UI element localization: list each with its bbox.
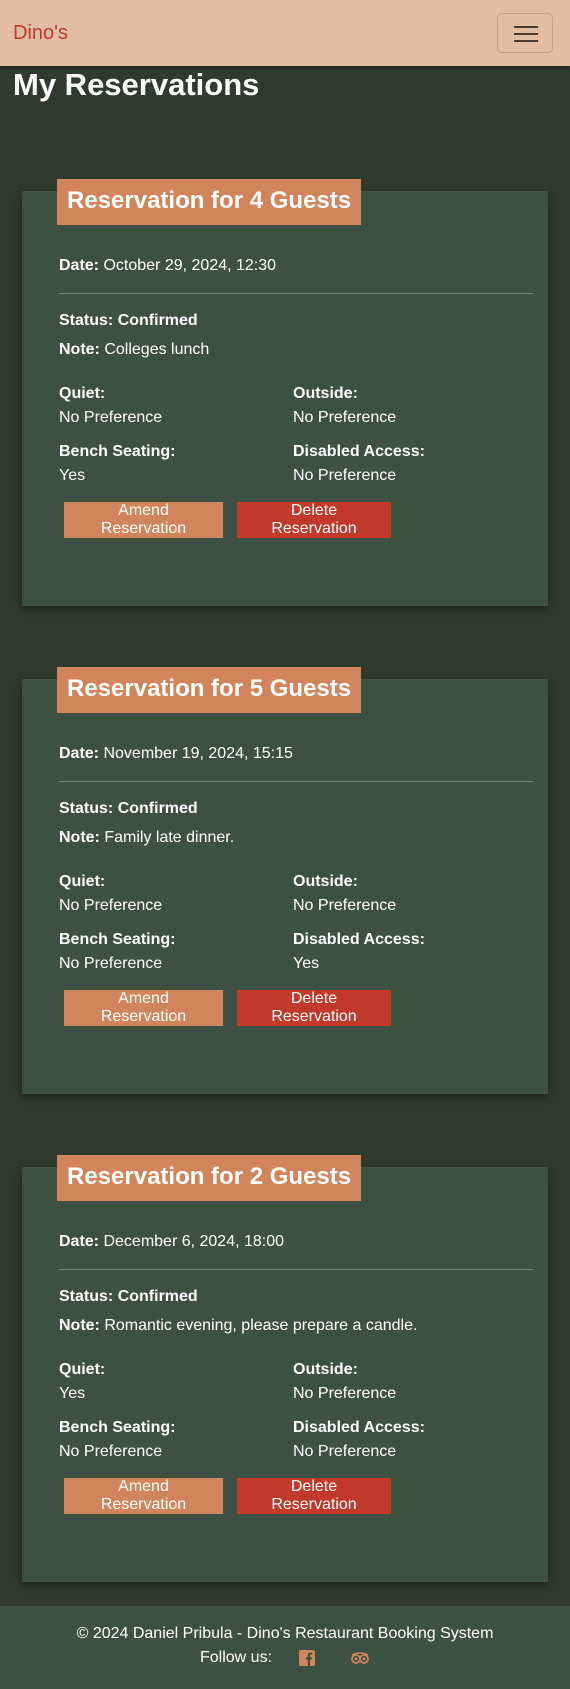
hamburger-icon bbox=[514, 26, 538, 28]
tripadvisor-icon[interactable] bbox=[350, 1649, 370, 1667]
quiet-label: Quiet: bbox=[59, 873, 106, 890]
disabled-access-value: Yes bbox=[293, 955, 320, 972]
bench-seating-value: No Preference bbox=[59, 1443, 163, 1460]
reservation-title: Reservation for 4 Guests bbox=[57, 179, 362, 225]
bench-seating-value: No Preference bbox=[59, 955, 163, 972]
bench-seating-value: Yes bbox=[59, 467, 86, 484]
delete-reservation-button[interactable]: Delete Reservation bbox=[237, 502, 391, 538]
outside-label: Outside: bbox=[293, 1361, 358, 1378]
reservation-status: Status: Confirmed bbox=[59, 312, 198, 329]
outside-value: No Preference bbox=[293, 1385, 397, 1402]
disabled-access-value: No Preference bbox=[293, 1443, 397, 1460]
reservation-card: Reservation for 5 Guests Date: November … bbox=[22, 667, 548, 1094]
amend-reservation-button[interactable]: Amend Reservation bbox=[64, 990, 223, 1026]
follow-us-label: Follow us: bbox=[199, 1649, 273, 1666]
reservation-date: Date: December 6, 2024, 18:00 bbox=[59, 1233, 285, 1250]
reservation-title: Reservation for 2 Guests bbox=[57, 1155, 362, 1201]
outside-label: Outside: bbox=[293, 385, 358, 402]
reservation-status: Status: Confirmed bbox=[59, 1288, 198, 1305]
brand-link[interactable]: Dino's bbox=[13, 22, 68, 45]
reservation-note: Note: Romantic evening, please prepare a… bbox=[59, 1317, 418, 1334]
reservation-card: Reservation for 2 Guests Date: December … bbox=[22, 1155, 548, 1582]
divider bbox=[59, 1269, 533, 1270]
outside-label: Outside: bbox=[293, 873, 358, 890]
disabled-access-label: Disabled Access: bbox=[293, 443, 425, 460]
footer: © 2024 Daniel Pribula - Dino's Restauran… bbox=[0, 1606, 570, 1689]
quiet-label: Quiet: bbox=[59, 385, 106, 402]
quiet-value: No Preference bbox=[59, 897, 163, 914]
reservation-note: Note: Family late dinner. bbox=[59, 829, 235, 846]
menu-toggle-button[interactable] bbox=[497, 13, 553, 53]
bench-seating-label: Bench Seating: bbox=[59, 443, 176, 460]
amend-reservation-button[interactable]: Amend Reservation bbox=[64, 502, 223, 538]
navbar: Dino's bbox=[0, 0, 570, 66]
bench-seating-label: Bench Seating: bbox=[59, 931, 176, 948]
facebook-icon[interactable] bbox=[298, 1649, 316, 1667]
reservation-card: Reservation for 4 Guests Date: October 2… bbox=[22, 179, 548, 606]
divider bbox=[59, 293, 533, 294]
divider bbox=[59, 781, 533, 782]
disabled-access-value: No Preference bbox=[293, 467, 397, 484]
amend-reservation-button[interactable]: Amend Reservation bbox=[64, 1478, 223, 1514]
reservation-date: Date: October 29, 2024, 12:30 bbox=[59, 257, 277, 274]
outside-value: No Preference bbox=[293, 897, 397, 914]
quiet-value: No Preference bbox=[59, 409, 163, 426]
footer-copyright: © 2024 Daniel Pribula - Dino's Restauran… bbox=[76, 1625, 494, 1642]
disabled-access-label: Disabled Access: bbox=[293, 1419, 425, 1436]
reservation-note: Note: Colleges lunch bbox=[59, 341, 210, 358]
reservation-status: Status: Confirmed bbox=[59, 800, 198, 817]
footer-follow: Follow us: bbox=[0, 1649, 570, 1667]
quiet-label: Quiet: bbox=[59, 1361, 106, 1378]
quiet-value: Yes bbox=[59, 1385, 86, 1402]
bench-seating-label: Bench Seating: bbox=[59, 1419, 176, 1436]
reservation-title: Reservation for 5 Guests bbox=[57, 667, 362, 713]
reservation-date: Date: November 19, 2024, 15:15 bbox=[59, 745, 293, 762]
delete-reservation-button[interactable]: Delete Reservation bbox=[237, 1478, 391, 1514]
outside-value: No Preference bbox=[293, 409, 397, 426]
disabled-access-label: Disabled Access: bbox=[293, 931, 425, 948]
page-title: My Reservations bbox=[13, 67, 260, 102]
delete-reservation-button[interactable]: Delete Reservation bbox=[237, 990, 391, 1026]
